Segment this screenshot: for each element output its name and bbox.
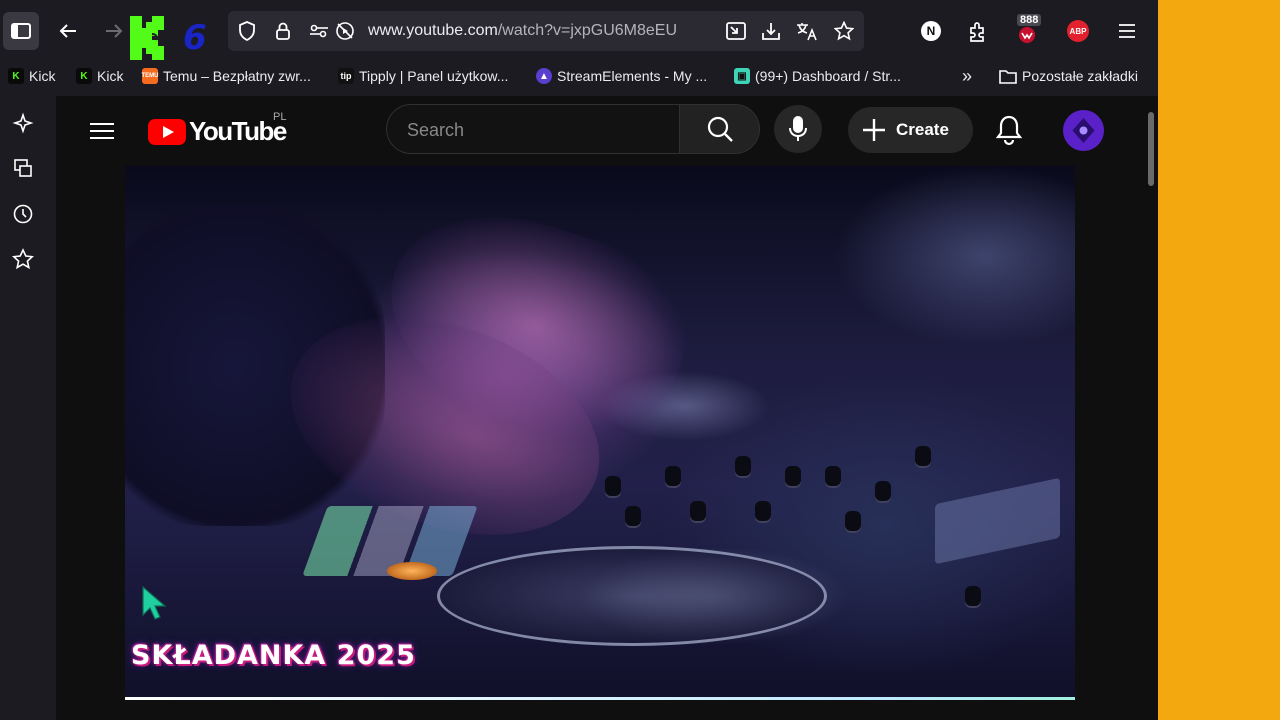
bookmark-item[interactable]: ▲ StreamElements - My ... xyxy=(536,66,707,86)
lock-icon[interactable] xyxy=(272,20,294,42)
video-frame-knob xyxy=(605,476,621,498)
page-scrollbar[interactable] xyxy=(1148,112,1154,186)
video-frame-knob xyxy=(735,456,751,478)
bookmark-item[interactable]: tip Tipply | Panel użytkow... xyxy=(338,66,508,86)
desktop-background xyxy=(1158,0,1280,720)
video-frame-knob xyxy=(625,506,641,528)
youtube-logo[interactable]: YouTube xyxy=(148,116,287,147)
create-button[interactable]: Create xyxy=(848,107,973,153)
browser-window: 6 www.youtube.com/watch?v=jxpGU6M8eEU N … xyxy=(0,0,1158,720)
url-path: /watch?v=jxpGU6M8eEU xyxy=(497,22,678,39)
avatar[interactable] xyxy=(1063,110,1104,151)
search-placeholder: Search xyxy=(407,120,465,140)
extensions-puzzle-icon[interactable] xyxy=(965,18,991,44)
bookmark-item[interactable]: K Kick xyxy=(76,66,123,86)
mouse-cursor-icon xyxy=(142,585,167,620)
browser-toolbar: 6 www.youtube.com/watch?v=jxpGU6M8eEU N … xyxy=(0,0,1158,62)
bookmarks-bar: K Kick K Kick TEMU Temu – Bezpłatny zwr.… xyxy=(0,62,1158,90)
plus-icon xyxy=(863,119,885,141)
profile-n-icon[interactable]: N xyxy=(921,21,941,41)
bookmark-label: (99+) Dashboard / Str... xyxy=(755,68,901,84)
youtube-logo-text: YouTube xyxy=(189,116,287,146)
search-button[interactable] xyxy=(679,104,760,154)
voice-search-button[interactable] xyxy=(774,105,822,153)
video-frame-knob xyxy=(825,466,841,488)
create-label: Create xyxy=(896,120,949,139)
bookmark-label: Temu – Bezpłatny zwr... xyxy=(163,68,311,84)
video-frame-button xyxy=(387,562,437,580)
history-clock-icon[interactable] xyxy=(11,202,35,226)
url-domain: www.youtube.com xyxy=(368,22,498,39)
permissions-icon[interactable] xyxy=(308,20,330,42)
video-frame-knob xyxy=(845,511,861,533)
country-code: PL xyxy=(273,111,287,123)
bookmarks-overflow-button[interactable]: » xyxy=(962,66,972,86)
youtube-page: YouTube PL Search Create SKŁADANKA 2025 xyxy=(56,96,1158,720)
video-progress-bar[interactable] xyxy=(125,697,1075,700)
chevron-double-right-icon: » xyxy=(962,65,973,86)
notifications-button[interactable] xyxy=(994,114,1024,146)
microphone-icon xyxy=(789,116,807,141)
forward-button[interactable] xyxy=(96,12,132,50)
kick-icon: K xyxy=(76,68,92,84)
search-input[interactable]: Search xyxy=(386,104,680,154)
bookmark-item[interactable]: TEMU Temu – Bezpłatny zwr... xyxy=(142,66,311,86)
browser-sidebar xyxy=(0,96,46,720)
back-button[interactable] xyxy=(50,12,86,50)
address-bar[interactable]: www.youtube.com/watch?v=jxpGU6M8eEU xyxy=(228,11,864,51)
bookmark-label: StreamElements - My ... xyxy=(557,68,708,84)
bookmarks-star-icon[interactable] xyxy=(11,247,35,271)
autoplay-blocked-icon[interactable] xyxy=(334,20,356,42)
video-frame-knob xyxy=(785,466,801,488)
avatar-emblem-icon xyxy=(1072,118,1095,143)
video-frame-knob xyxy=(875,481,891,503)
shield-icon[interactable] xyxy=(236,20,258,42)
search-icon xyxy=(707,116,733,142)
kick-icon: K xyxy=(8,68,24,84)
guide-menu-button[interactable] xyxy=(86,118,118,144)
menu-hamburger-icon[interactable] xyxy=(1114,18,1140,44)
bookmark-item[interactable]: ▣ (99+) Dashboard / Str... xyxy=(734,66,901,86)
arrow-left-icon xyxy=(59,24,76,38)
arrow-right-icon xyxy=(106,24,123,38)
streamelements-icon: ▲ xyxy=(536,68,552,84)
bookmark-label: Kick xyxy=(29,68,56,84)
adblock-plus-icon[interactable]: ABP xyxy=(1067,20,1089,42)
sidebar-icon xyxy=(11,23,31,39)
video-frame-knob xyxy=(665,466,681,488)
kick-extension-number: 6 xyxy=(183,18,207,58)
bell-icon xyxy=(995,115,1023,146)
video-frame-knob xyxy=(915,446,931,468)
video-overlay-title: SKŁADANKA 2025 xyxy=(131,640,416,671)
video-frame-knob xyxy=(755,501,771,523)
video-frame-screen xyxy=(935,477,1060,565)
video-frame-knob xyxy=(965,586,981,608)
video-frame-knob xyxy=(690,501,706,523)
star-bookmark-icon[interactable] xyxy=(833,20,855,42)
video-frame-jog-wheel xyxy=(437,546,827,646)
picture-in-picture-icon[interactable] xyxy=(725,20,747,42)
bookmark-item[interactable]: K Kick xyxy=(8,66,55,86)
bookmark-label: Tipply | Panel użytkow... xyxy=(359,68,509,84)
kick-extension-icon[interactable] xyxy=(128,14,172,60)
folder-label: Pozostałe zakładki xyxy=(1022,68,1138,84)
folder-icon xyxy=(999,70,1017,84)
ai-chatbot-icon[interactable] xyxy=(11,111,35,135)
download-page-icon[interactable] xyxy=(760,20,782,42)
synced-tabs-icon[interactable] xyxy=(11,156,35,180)
twitch-dashboard-icon: ▣ xyxy=(734,68,750,84)
temu-icon: TEMU xyxy=(142,68,159,84)
translate-icon[interactable] xyxy=(796,20,818,42)
other-bookmarks-folder[interactable]: Pozostałe zakładki xyxy=(999,66,1138,86)
video-player[interactable]: SKŁADANKA 2025 xyxy=(125,166,1075,698)
addon-badge-count: 888 xyxy=(1017,14,1042,26)
bookmark-label: Kick xyxy=(97,68,124,84)
url-text[interactable]: www.youtube.com/watch?v=jxpGU6M8eEU xyxy=(368,22,677,40)
youtube-header: YouTube PL Search Create xyxy=(56,96,1146,166)
tipply-icon: tip xyxy=(338,68,354,84)
youtube-play-icon xyxy=(148,118,186,145)
sidebar-toggle-button[interactable] xyxy=(3,12,39,50)
